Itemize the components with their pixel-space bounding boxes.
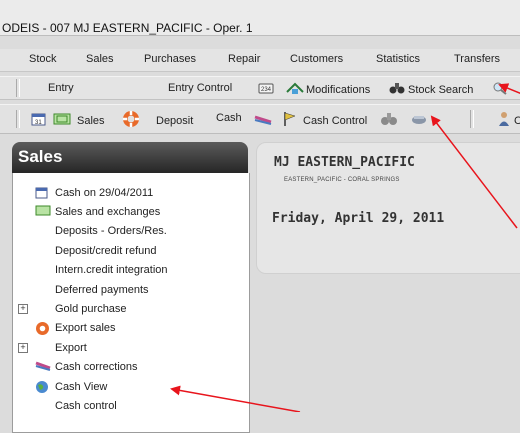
customer-label-truncated: C <box>514 114 520 127</box>
hand-icon[interactable] <box>410 112 428 129</box>
modifications-icon <box>286 81 304 98</box>
sidebar-item-label: Intern.credit integration <box>55 264 168 276</box>
sidebar-item-label: Export <box>55 342 87 354</box>
sidebar-item-deposits-orders[interactable]: Deposits - Orders/Res. <box>13 222 249 240</box>
banknote-icon <box>53 112 71 129</box>
cash-label: Cash <box>216 112 242 124</box>
sales-label: Sales <box>77 114 105 127</box>
menu-repair[interactable]: Repair <box>228 53 260 65</box>
cash-button[interactable]: Cash <box>216 112 242 124</box>
deposit-label: Deposit <box>156 114 194 127</box>
menu-bar: Stock Sales Purchases Repair Customers S… <box>0 49 520 72</box>
lifebuoy-icon <box>122 110 140 131</box>
entry-button[interactable]: Entry <box>48 82 74 94</box>
sidebar-item-label: Cash corrections <box>55 361 138 373</box>
sidebar-item-deposit-credit-refund[interactable]: Deposit/credit refund <box>13 242 249 260</box>
globe-icon <box>35 380 49 397</box>
svg-text:31: 31 <box>35 120 42 126</box>
sales-button[interactable]: Sales <box>53 112 105 129</box>
menu-sales[interactable]: Sales <box>86 53 114 65</box>
sidebar-item-cash-control[interactable]: Cash control <box>13 397 249 415</box>
sidebar-item-label: Deferred payments <box>55 284 149 296</box>
calculator-icon: 234 <box>258 81 274 98</box>
company-name: MJ EASTERN_PACIFIC <box>274 155 415 170</box>
modifications-label: Modifications <box>306 83 371 96</box>
window-title: ODEIS - 007 MJ EASTERN_PACIFIC - Oper. 1 <box>2 21 253 35</box>
current-date: Friday, April 29, 2011 <box>272 211 445 226</box>
company-address: EASTERN_PACIFIC - CORAL SPRINGS <box>284 177 400 183</box>
cash-control-button[interactable]: Cash Control <box>283 111 367 130</box>
window-titlebar: ODEIS - 007 MJ EASTERN_PACIFIC - Oper. 1 <box>0 0 520 36</box>
sidebar-header: Sales <box>12 142 248 173</box>
toolbar-grip-2 <box>16 110 20 128</box>
binoculars-gray-icon[interactable] <box>380 111 398 130</box>
calendar-icon <box>35 186 49 203</box>
menu-customers[interactable]: Customers <box>290 53 343 65</box>
expand-icon[interactable]: + <box>18 304 28 314</box>
sidebar-item-label: Sales and exchanges <box>55 206 161 218</box>
sidebar-item-label: Cash View <box>55 381 108 393</box>
stock-search-label: Stock Search <box>408 83 474 96</box>
sidebar-item-cash-corrections[interactable]: Cash corrections <box>13 358 249 376</box>
sidebar-item-sales-and-exchanges[interactable]: Sales and exchanges <box>13 203 249 221</box>
customer-button[interactable]: C <box>498 111 520 130</box>
entry-control-label: Entry Control <box>168 82 233 94</box>
sidebar-item-label: Deposit/credit refund <box>55 245 157 257</box>
toolbar-separator <box>470 110 474 128</box>
sidebar-title: Sales <box>18 147 63 166</box>
sidebar-item-label: Gold purchase <box>55 303 127 315</box>
main-info-panel: MJ EASTERN_PACIFIC EASTERN_PACIFIC - COR… <box>256 142 520 274</box>
sidebar-panel: Cash on 29/04/2011 Sales and exchanges D… <box>12 173 250 433</box>
sidebar-item-cash-view[interactable]: Cash View <box>13 378 249 396</box>
stock-search-button[interactable]: Stock Search <box>389 81 473 98</box>
magnifier-icon[interactable] <box>492 81 508 98</box>
entry-control-button[interactable]: Entry Control <box>168 82 232 94</box>
expand-icon[interactable]: + <box>18 343 28 353</box>
cash-corrections-icon <box>35 360 51 375</box>
calendar-icon[interactable]: 31 <box>31 111 47 130</box>
sidebar-item-label: Cash control <box>55 400 117 412</box>
menu-statistics[interactable]: Statistics <box>376 53 420 65</box>
deposit-button[interactable]: Deposit <box>122 110 193 131</box>
modifications-button[interactable]: Modifications <box>286 81 370 98</box>
entry-label: Entry <box>48 82 74 94</box>
menu-transfers[interactable]: Transfers <box>454 53 500 65</box>
sidebar-item-deferred-payments[interactable]: Deferred payments <box>13 281 249 299</box>
sidebar-item-export[interactable]: + Export <box>13 339 249 357</box>
person-icon <box>498 111 510 130</box>
svg-text:234: 234 <box>261 87 272 93</box>
sidebar-item-intern-credit-integration[interactable]: Intern.credit integration <box>13 261 249 279</box>
toolbar-bottom: 31 Sales Deposit Cash Cash Control C <box>0 104 520 134</box>
banknote-icon <box>35 205 51 220</box>
toolbar-top: Entry Entry Control 234 Modifications St… <box>0 76 520 100</box>
sidebar-item-label: Export sales <box>55 322 116 334</box>
sidebar-item-label: Deposits - Orders/Res. <box>55 225 167 237</box>
sidebar-item-label: Cash on 29/04/2011 <box>55 187 154 199</box>
menu-stock[interactable]: Stock <box>29 53 57 65</box>
cash-control-label: Cash Control <box>303 114 368 127</box>
binoculars-icon <box>389 81 405 98</box>
lifebuoy-icon <box>35 321 50 339</box>
cash-corrections-icon[interactable] <box>254 113 272 128</box>
sidebar-item-cash-on-date[interactable]: Cash on 29/04/2011 <box>13 184 249 202</box>
menu-purchases[interactable]: Purchases <box>144 53 196 65</box>
toolbar-grip <box>16 79 20 97</box>
flag-icon <box>283 111 297 130</box>
sidebar-item-gold-purchase[interactable]: + Gold purchase <box>13 300 249 318</box>
sidebar-item-export-sales[interactable]: Export sales <box>13 319 249 337</box>
